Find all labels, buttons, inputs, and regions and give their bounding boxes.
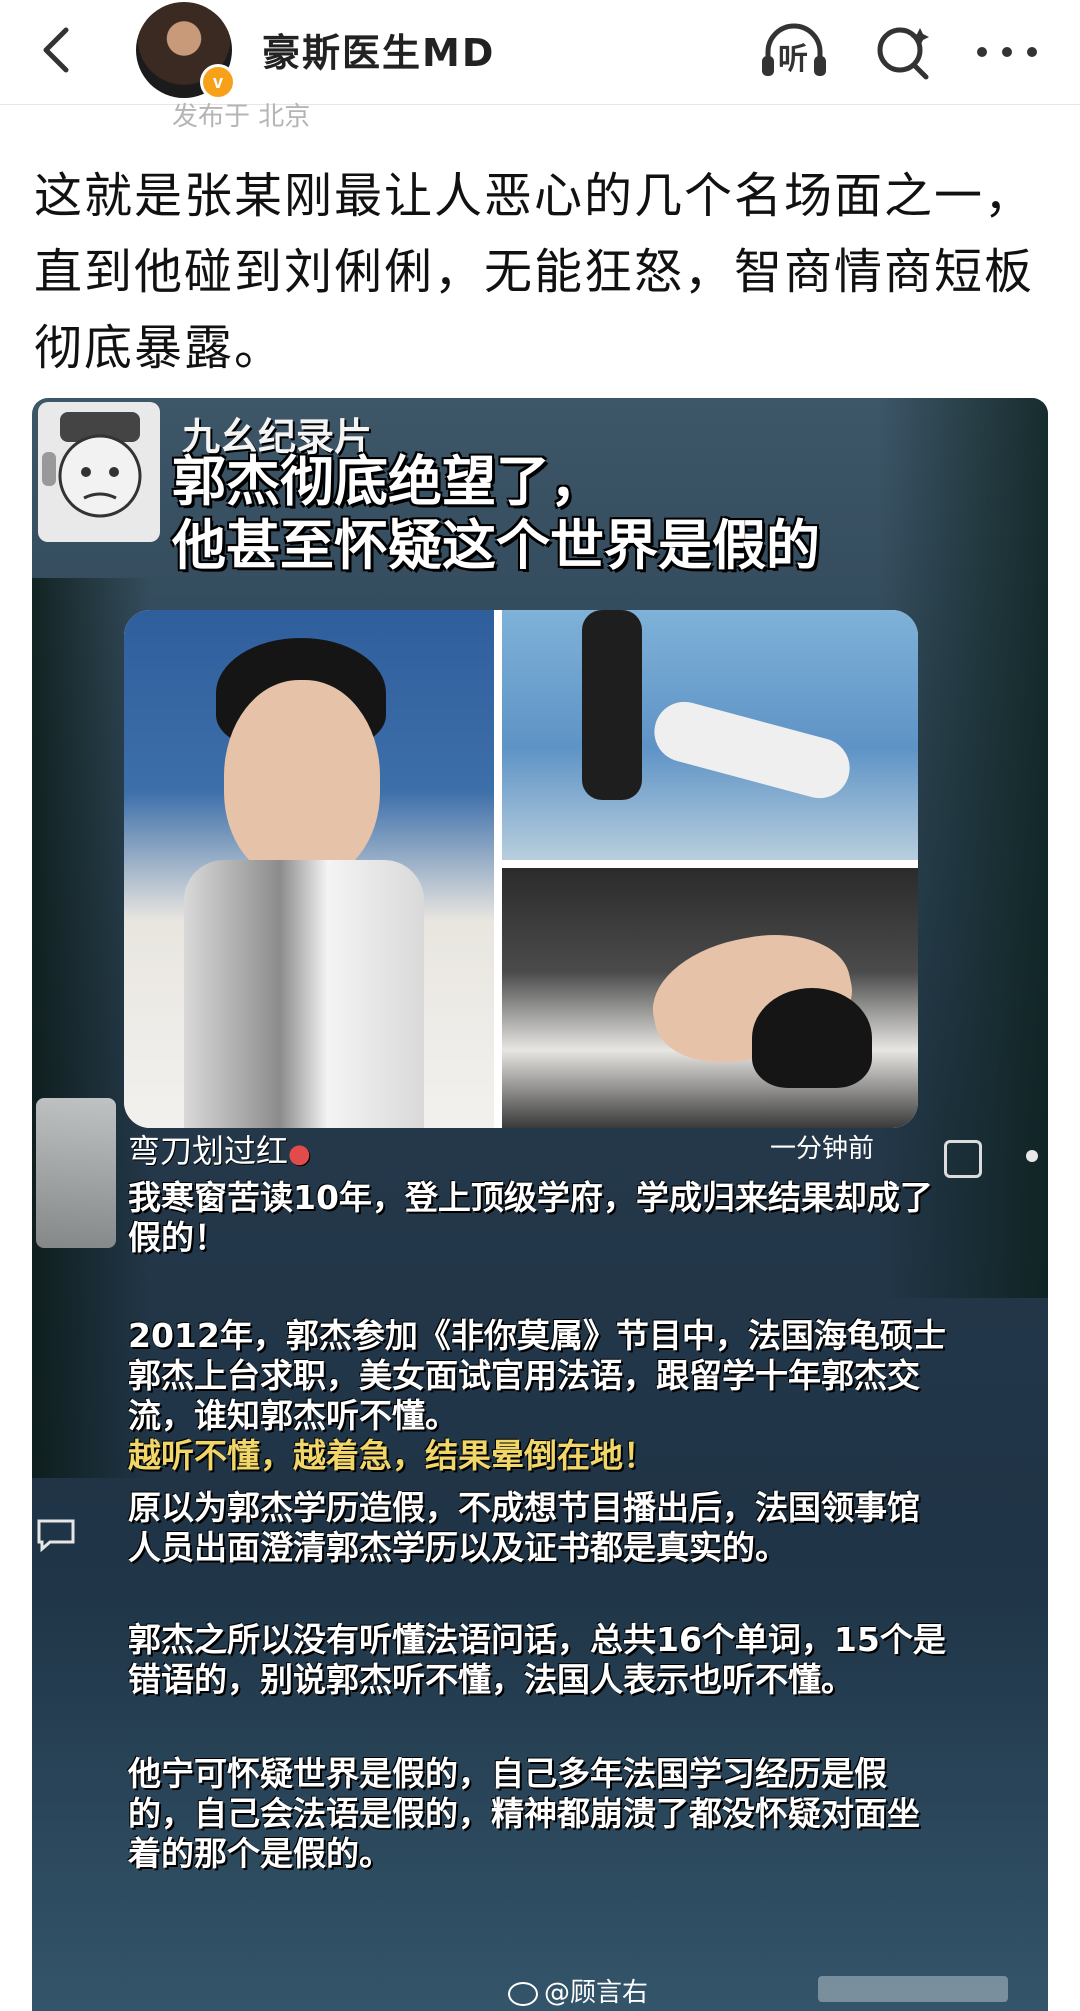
- photo-fainted: [502, 868, 918, 1128]
- comment-paragraph-5: 他宁可怀疑世界是假的，自己多年法国学习经历是假的，自己会法语是假的，精神都崩溃了…: [128, 1754, 920, 1873]
- comment-paragraph-2: 2012年，郭杰参加《非你莫属》节目中，法国海龟硕士郭杰上台求职，美女面试官用法…: [128, 1316, 948, 1476]
- comment-paragraph-4: 郭杰之所以没有听懂法语问话，总共16个单词，15个是错语的，别说郭杰听不懂，法国…: [128, 1620, 946, 1699]
- comment-paragraph-2-highlight: 越听不懂，越着急，结果晕倒在地！: [128, 1436, 656, 1475]
- headline-line-1: 郭杰彻底绝望了，: [172, 450, 604, 513]
- rose-icon: ●: [288, 1139, 311, 1169]
- comment-avatar: [36, 1098, 116, 1248]
- comment-paragraph-3: 原以为郭杰学历造假，不成想节目播出后，法国领事馆人员出面澄清郭杰学历以及证书都是…: [128, 1488, 920, 1567]
- comment-username-text: 弯刀划过红: [128, 1132, 289, 1170]
- scarf-coat-shape: [184, 860, 424, 1128]
- username[interactable]: 豪斯医生MD: [262, 22, 495, 77]
- top-bar: v 豪斯医生MD 听: [0, 0, 1080, 105]
- meme-avatar-image: [38, 402, 160, 542]
- lying-person-shape: [647, 695, 857, 805]
- post-location: 发布于 北京: [172, 102, 311, 132]
- cartoon-face-icon: [42, 412, 142, 518]
- photo-stage-fall: [502, 610, 918, 860]
- back-icon[interactable]: [30, 22, 86, 78]
- watermark: @顾言右: [508, 1972, 648, 2009]
- headline-line-2: 他甚至怀疑这个世界是假的: [172, 514, 820, 577]
- comment-paragraph-2-text: 2012年，郭杰参加《非你莫属》节目中，法国海龟硕士郭杰上台求职，美女面试官用法…: [128, 1316, 946, 1435]
- image-headline: 郭杰彻底绝望了， 他甚至怀疑这个世界是假的: [172, 450, 820, 578]
- face-shape: [224, 680, 380, 880]
- photo-man-portrait: [124, 610, 494, 1128]
- comment-time: 一分钟前: [770, 1134, 875, 1164]
- more-icon[interactable]: [972, 24, 1042, 80]
- fainted-hair-shape: [752, 988, 872, 1088]
- note-icon: [944, 1140, 982, 1178]
- search-icon[interactable]: [872, 20, 936, 84]
- post-text: 这就是张某刚最让人恶心的几个名场面之一，直到他碰到刘俐俐，无能狂怒，智商情商短板…: [34, 168, 1035, 376]
- blurred-watermark: [818, 1976, 1008, 2002]
- comment-username: 弯刀划过红●: [128, 1126, 311, 1172]
- watermark-text: @顾言右: [544, 1978, 649, 2008]
- standing-person-shape: [582, 610, 642, 800]
- listen-label: 听: [778, 42, 808, 77]
- chat-bubble-icon: [37, 1519, 75, 1552]
- listen-icon[interactable]: 听: [758, 20, 830, 84]
- comment-paragraph-1: 我寒窗苦读10年，登上顶级学府，学成归来结果却成了假的！: [128, 1178, 933, 1257]
- post-image[interactable]: 九幺纪录片 郭杰彻底绝望了， 他甚至怀疑这个世界是假的 弯刀划过红● 一分钟前 …: [32, 398, 1048, 2011]
- weibo-logo-icon: [508, 1981, 538, 2006]
- dot-icon: [1026, 1150, 1038, 1162]
- verified-badge: v: [200, 64, 236, 100]
- photo-collage: [124, 610, 918, 1128]
